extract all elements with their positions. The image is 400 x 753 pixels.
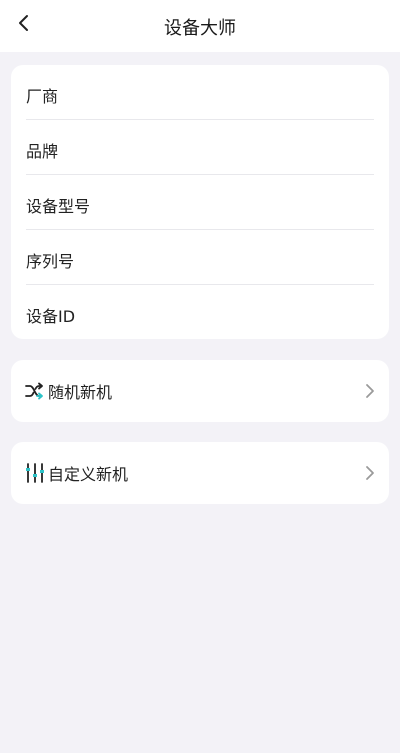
random-new-device-row: 随机新机 [25,360,377,422]
device-id-field[interactable]: 设备ID [26,287,374,342]
page-title: 设备大师 [164,18,236,39]
app-header: 设备大师 [0,0,400,52]
custom-new-device-label: 自定义新机 [48,465,129,484]
divider [26,174,374,175]
device-info-card: 厂商 品牌 设备型号 序列号 设备ID [11,65,389,339]
manufacturer-field[interactable]: 厂商 [26,67,374,122]
serial-number-field[interactable]: 序列号 [26,232,374,287]
divider [26,119,374,120]
divider [26,284,374,285]
custom-new-device-row: 自定义新机 [25,442,377,504]
random-new-device-button[interactable]: 随机新机 [11,360,389,422]
chevron-right-icon [363,464,377,482]
custom-new-device-button[interactable]: 自定义新机 [11,442,389,504]
divider [26,229,374,230]
sliders-icon [25,463,45,483]
chevron-right-icon [363,382,377,400]
device-model-field[interactable]: 设备型号 [26,177,374,232]
brand-field[interactable]: 品牌 [26,122,374,177]
random-new-device-label: 随机新机 [48,383,113,402]
shuffle-icon [25,381,45,401]
